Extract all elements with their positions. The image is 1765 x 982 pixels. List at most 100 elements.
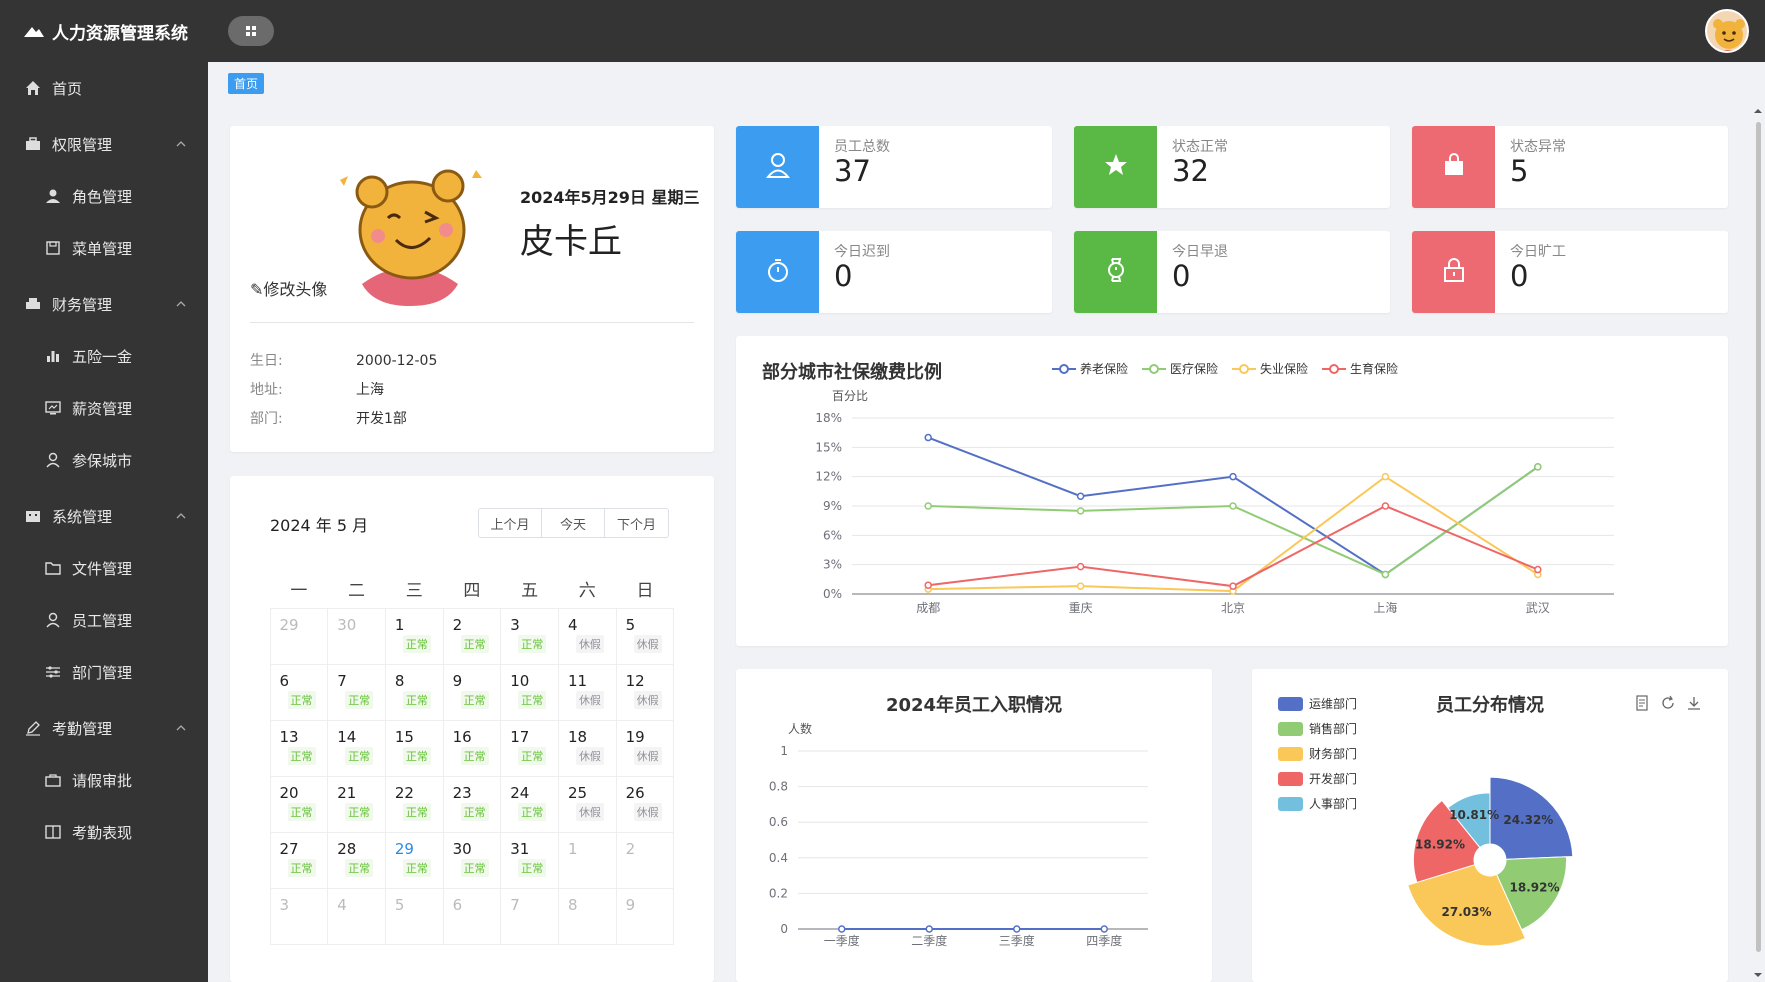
data-point[interactable] (924, 502, 932, 510)
calendar-day[interactable]: 25 休假 (557, 775, 617, 833)
calendar-day[interactable]: 18 休假 (557, 719, 617, 777)
sidebar-item-leave-approval[interactable]: 请假审批 (0, 754, 208, 806)
scroll-up-icon[interactable] (1751, 106, 1765, 116)
calendar-day[interactable]: 10 正常 (500, 663, 559, 721)
calendar-day[interactable]: 3 正常 (500, 607, 559, 665)
day-number: 20 (279, 783, 299, 802)
day-number: 25 (567, 783, 588, 802)
edit-avatar-link[interactable]: ✎修改头像 (250, 276, 327, 300)
calendar-day[interactable]: 26 休假 (615, 775, 675, 833)
calendar-day[interactable]: 1 (557, 831, 617, 889)
calendar-day[interactable]: 4 休假 (557, 607, 617, 665)
stat-label: 今日旷工 (1510, 244, 1566, 260)
data-point[interactable] (1100, 925, 1108, 933)
sidebar-item-finance[interactable]: 财务管理 (0, 278, 208, 330)
calendar-day[interactable]: 11 休假 (557, 663, 617, 721)
sidebar-item-system[interactable]: 系统管理 (0, 490, 208, 542)
page-scrollbar[interactable] (1751, 104, 1765, 982)
sidebar-item-label: 文件管理 (72, 559, 133, 578)
calendar-day[interactable]: 6 正常 (269, 663, 329, 721)
data-point[interactable] (1381, 570, 1390, 579)
calendar-day[interactable]: 22 正常 (384, 775, 444, 833)
data-point[interactable] (1229, 472, 1237, 481)
data-point[interactable] (925, 925, 933, 933)
data-point[interactable] (1013, 925, 1021, 933)
calendar-day[interactable]: 3 (269, 887, 329, 945)
calendar-day[interactable]: 31 正常 (500, 831, 559, 889)
sidebar-item-files[interactable]: 文件管理 (0, 542, 208, 594)
sidebar-item-attendance[interactable]: 考勤管理 (0, 702, 208, 754)
prev-month-button[interactable]: 上个月 (479, 509, 542, 537)
sidebar-item-permissions[interactable]: 权限管理 (0, 118, 208, 170)
stat-card[interactable]: 员工总数 37 (736, 126, 1052, 208)
sidebar-item-cities[interactable]: 参保城市 (0, 434, 208, 486)
user-avatar[interactable] (1705, 9, 1749, 53)
stat-card[interactable]: 今日旷工 0 (1412, 231, 1728, 313)
data-point[interactable] (1229, 582, 1237, 590)
stat-card[interactable]: 状态正常 32 (1074, 126, 1390, 208)
sidebar-item-employees[interactable]: 员工管理 (0, 594, 208, 646)
calendar-day[interactable]: 9 (615, 887, 675, 945)
data-point[interactable] (1076, 562, 1085, 571)
sidebar-item-insurance[interactable]: 五险一金 (0, 330, 208, 382)
calendar-day[interactable]: 28 正常 (327, 831, 386, 889)
data-point[interactable] (1076, 582, 1085, 590)
calendar-day[interactable]: 23 正常 (442, 775, 502, 833)
calendar-day[interactable]: 2 (615, 831, 675, 889)
calendar-day[interactable]: 29 正常 (384, 831, 444, 889)
calendar-day[interactable]: 5 休假 (615, 607, 675, 665)
data-point[interactable] (1534, 463, 1542, 471)
app-logo[interactable]: 人力资源管理系统 (0, 0, 208, 62)
calendar-day[interactable]: 27 正常 (269, 831, 329, 889)
day-number: 8 (394, 671, 405, 690)
calendar-day[interactable]: 17 正常 (500, 719, 559, 777)
calendar-day[interactable]: 14 正常 (327, 719, 386, 777)
data-point[interactable] (838, 925, 846, 933)
sidebar-item-salary[interactable]: 薪资管理 (0, 382, 208, 434)
stat-card[interactable]: 状态异常 5 (1412, 126, 1728, 208)
calendar-day[interactable]: 7 (500, 887, 559, 945)
scroll-down-icon[interactable] (1751, 970, 1765, 980)
sidebar-toggle-button[interactable] (228, 16, 274, 46)
calendar-day[interactable]: 16 正常 (442, 719, 502, 777)
calendar-day[interactable]: 2 正常 (442, 607, 502, 665)
calendar-day[interactable]: 8 正常 (384, 663, 444, 721)
stat-card[interactable]: 今日迟到 0 (736, 231, 1052, 313)
calendar-day[interactable]: 13 正常 (269, 719, 329, 777)
today-button[interactable]: 今天 (542, 509, 605, 537)
stat-card[interactable]: 今日早退 0 (1074, 231, 1390, 313)
calendar-day[interactable]: 5 (384, 887, 444, 945)
calendar-day[interactable]: 29 (269, 607, 329, 665)
calendar-day[interactable]: 6 (442, 887, 502, 945)
data-point[interactable] (924, 581, 932, 589)
sidebar-item-attendance-report[interactable]: 考勤表现 (0, 806, 208, 858)
sidebar-item-menus[interactable]: 菜单管理 (0, 222, 208, 274)
calendar-day[interactable]: 30 正常 (442, 831, 502, 889)
data-point[interactable] (1381, 502, 1390, 510)
breadcrumb-home[interactable]: 首页 (228, 73, 265, 94)
calendar-day[interactable]: 8 (557, 887, 617, 945)
sidebar-item-home[interactable]: 首页 (0, 62, 208, 114)
calendar-day[interactable]: 30 (327, 607, 386, 665)
calendar-day[interactable]: 1 正常 (384, 607, 444, 665)
calendar-day[interactable]: 4 (327, 887, 386, 945)
sidebar-item-roles[interactable]: 角色管理 (0, 170, 208, 222)
data-point[interactable] (924, 433, 932, 442)
data-point[interactable] (1076, 507, 1085, 515)
calendar-day[interactable]: 24 正常 (500, 775, 559, 833)
calendar-day[interactable]: 15 正常 (384, 719, 444, 777)
data-point[interactable] (1076, 492, 1085, 500)
scrollbar-thumb[interactable] (1756, 122, 1761, 952)
weekday-header: 一二三四五六日 (270, 568, 674, 608)
calendar-day[interactable]: 21 正常 (327, 775, 386, 833)
next-month-button[interactable]: 下个月 (605, 509, 668, 537)
calendar-day[interactable]: 7 正常 (327, 663, 386, 721)
sidebar-item-departments[interactable]: 部门管理 (0, 646, 208, 698)
data-point[interactable] (1381, 472, 1390, 481)
calendar-day[interactable]: 20 正常 (269, 775, 329, 833)
data-point[interactable] (1229, 502, 1237, 510)
calendar-day[interactable]: 19 休假 (615, 719, 675, 777)
calendar-day[interactable]: 12 休假 (615, 663, 675, 721)
calendar-day[interactable]: 9 正常 (442, 663, 502, 721)
data-point[interactable] (1534, 565, 1542, 574)
